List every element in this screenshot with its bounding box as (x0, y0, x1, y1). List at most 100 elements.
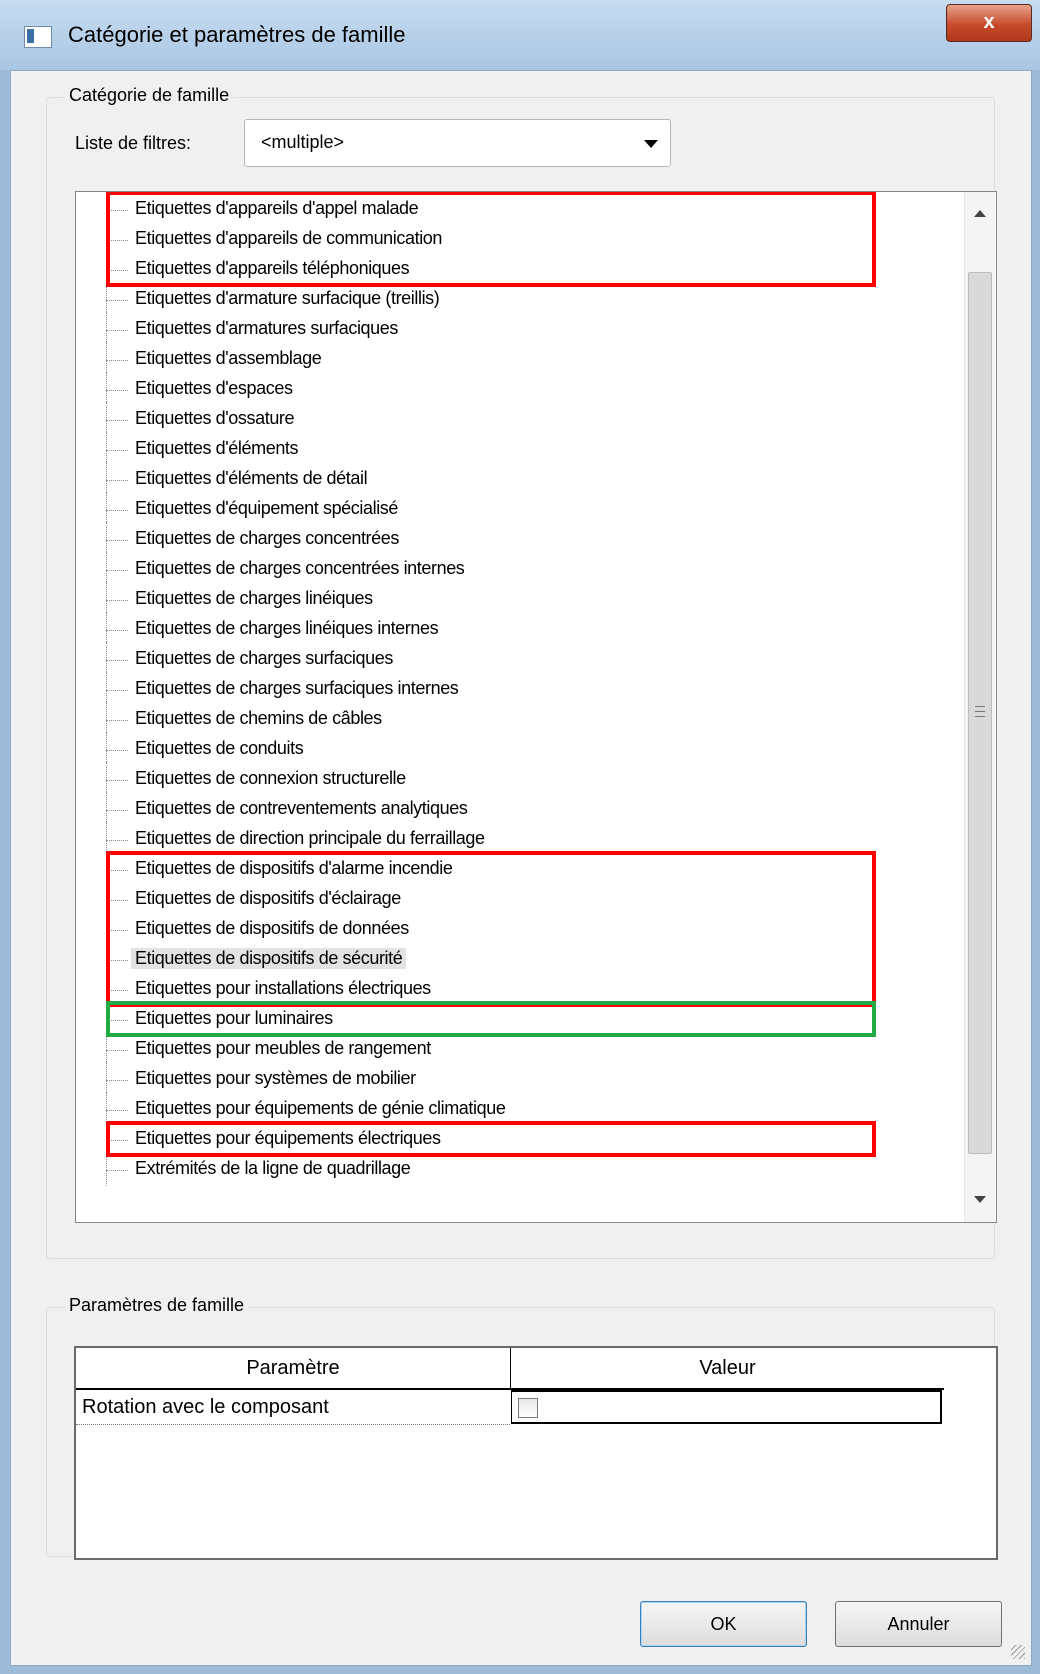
tree-connector (106, 312, 107, 346)
tree-item-label: Etiquettes d'éléments de détail (135, 468, 368, 488)
chevron-down-icon (644, 140, 658, 148)
tree-item[interactable]: Etiquettes pour systèmes de mobilier (76, 1062, 936, 1096)
tree-item[interactable]: Etiquettes d'éléments (76, 432, 936, 466)
tree-item[interactable]: Etiquettes d'éléments de détail (76, 462, 936, 496)
filter-dropdown[interactable]: <multiple> (244, 119, 671, 167)
tree-connector (106, 540, 128, 541)
filter-label: Liste de filtres: (75, 133, 192, 153)
tree-item-label: Etiquettes de charges surfaciques intern… (135, 678, 459, 698)
tree-connector (106, 282, 107, 316)
tree-item-label: Etiquettes de charges concentrées intern… (135, 558, 465, 578)
tree-item[interactable]: Etiquettes d'assemblage (76, 342, 936, 376)
dialog-window: Catégorie et paramètres de famille x Cat… (0, 0, 1040, 1674)
row-divider (76, 1424, 510, 1425)
tree-connector (106, 672, 107, 706)
tree-item-label: Etiquettes de charges linéiques internes (135, 618, 439, 638)
tree-item-label: Etiquettes de conduits (135, 738, 304, 758)
tree-item-label: Etiquettes d'armature surfacique (treill… (135, 288, 440, 308)
tree-item[interactable]: Etiquettes de charges concentrées (76, 522, 936, 556)
tree-connector (106, 1152, 107, 1186)
tree-item[interactable]: Etiquettes d'espaces (76, 372, 936, 406)
tree-item[interactable]: Etiquettes de charges concentrées intern… (76, 552, 936, 586)
tree-connector (106, 720, 128, 721)
category-tree[interactable]: Extrémités de la ligne de quadrillage Eti… (75, 191, 997, 1223)
tree-item[interactable]: Extrémités de la ligne de quadrillage (76, 1152, 936, 1186)
tree-connector (106, 420, 128, 421)
scroll-up-arrow-icon[interactable] (974, 210, 986, 217)
tree-connector (106, 642, 107, 676)
tree-connector (106, 330, 128, 331)
tree-connector (106, 1080, 128, 1081)
green-highlight-box (106, 1001, 876, 1037)
tree-item-label: Etiquettes d'ossature (135, 408, 295, 428)
grip-icon (975, 711, 985, 712)
tree-connector (106, 660, 128, 661)
resize-grip-icon[interactable] (1011, 1645, 1025, 1659)
tree-item[interactable]: Etiquettes de conduits (76, 732, 936, 766)
red-highlight-box (106, 192, 876, 287)
tree-connector (106, 300, 128, 301)
red-highlight-box (106, 851, 876, 1007)
app-icon (24, 26, 52, 48)
tree-connector (106, 360, 128, 361)
tree-item-label: Etiquettes de charges linéiques (135, 588, 373, 608)
tree-connector (106, 690, 128, 691)
tree-item-label: Etiquettes pour systèmes de mobilier (135, 1068, 416, 1088)
tree-connector (106, 780, 128, 781)
tree-item[interactable]: Etiquettes de charges linéiques (76, 582, 936, 616)
ok-button[interactable]: OK (640, 1601, 807, 1647)
tree-item[interactable]: Etiquettes de chemins de câbles (76, 702, 936, 736)
tree-item-label: Etiquettes d'armatures surfaciques (135, 318, 398, 338)
column-header-parameter[interactable]: Paramètre (76, 1348, 511, 1390)
tree-item[interactable]: Etiquettes pour meubles de rangement (76, 1032, 936, 1066)
tree-connector (106, 432, 107, 466)
tree-item[interactable]: Etiquettes d'équipement spécialisé (76, 492, 936, 526)
red-highlight-box (106, 1121, 876, 1157)
tree-connector (106, 480, 128, 481)
tree-item[interactable]: Etiquettes de charges surfaciques (76, 642, 936, 676)
tree-connector (106, 450, 128, 451)
parameters-grid: Paramètre Valeur Rotation avec le compos… (74, 1346, 998, 1560)
tree-item[interactable]: Etiquettes d'ossature (76, 402, 936, 436)
tree-item-label: Etiquettes de contreventements analytiqu… (135, 798, 468, 818)
tree-connector (106, 582, 107, 616)
rotation-checkbox[interactable] (518, 1398, 538, 1418)
tree-item[interactable]: Etiquettes de charges linéiques internes (76, 612, 936, 646)
filter-value: <multiple> (261, 132, 345, 152)
tree-connector (106, 510, 128, 511)
grip-icon (975, 716, 985, 717)
tree-connector (106, 570, 128, 571)
category-group-legend: Catégorie de famille (65, 85, 234, 106)
tree-connector (106, 702, 107, 736)
tree-item[interactable]: Etiquettes d'armature surfacique (treill… (76, 282, 936, 316)
tree-item-label: Etiquettes de charges concentrées (135, 528, 399, 548)
tree-connector (106, 1050, 128, 1051)
param-value-cell[interactable] (511, 1390, 942, 1424)
column-header-value[interactable]: Valeur (511, 1348, 944, 1390)
tree-item[interactable]: Etiquettes de connexion structurelle (76, 762, 936, 796)
parameters-group-legend: Paramètres de famille (65, 1295, 249, 1316)
tree-item[interactable]: Etiquettes de direction principale du fe… (76, 822, 936, 856)
scroll-down-arrow-icon[interactable] (974, 1196, 986, 1203)
tree-item-label: Etiquettes d'assemblage (135, 348, 322, 368)
tree-connector (106, 1170, 128, 1171)
tree-connector (106, 762, 107, 796)
title-bar[interactable]: Catégorie et paramètres de famille x (0, 0, 1040, 70)
tree-item[interactable]: Etiquettes d'armatures surfaciques (76, 312, 936, 346)
close-button[interactable]: x (946, 4, 1032, 42)
tree-item[interactable]: Etiquettes de contreventements analytiqu… (76, 792, 936, 826)
scrollbar-thumb[interactable] (968, 272, 992, 1154)
tree-item-label: Etiquettes pour équipements de génie cli… (135, 1098, 506, 1118)
tree-connector (106, 1110, 128, 1111)
tree-item-label: Etiquettes de chemins de câbles (135, 708, 382, 728)
tree-item[interactable]: Etiquettes de charges surfaciques intern… (76, 672, 936, 706)
tree-scrollbar[interactable] (964, 192, 995, 1222)
tree-item-label: Etiquettes de connexion structurelle (135, 768, 406, 788)
tree-connector (106, 342, 107, 376)
tree-connector (106, 522, 107, 556)
tree-connector (106, 1032, 107, 1066)
tree-item[interactable]: Etiquettes pour équipements de génie cli… (76, 1092, 936, 1126)
cancel-button[interactable]: Annuler (835, 1601, 1002, 1647)
tree-connector (106, 612, 107, 646)
tree-item-label: Extrémités de la ligne de quadrillage (135, 1158, 411, 1178)
